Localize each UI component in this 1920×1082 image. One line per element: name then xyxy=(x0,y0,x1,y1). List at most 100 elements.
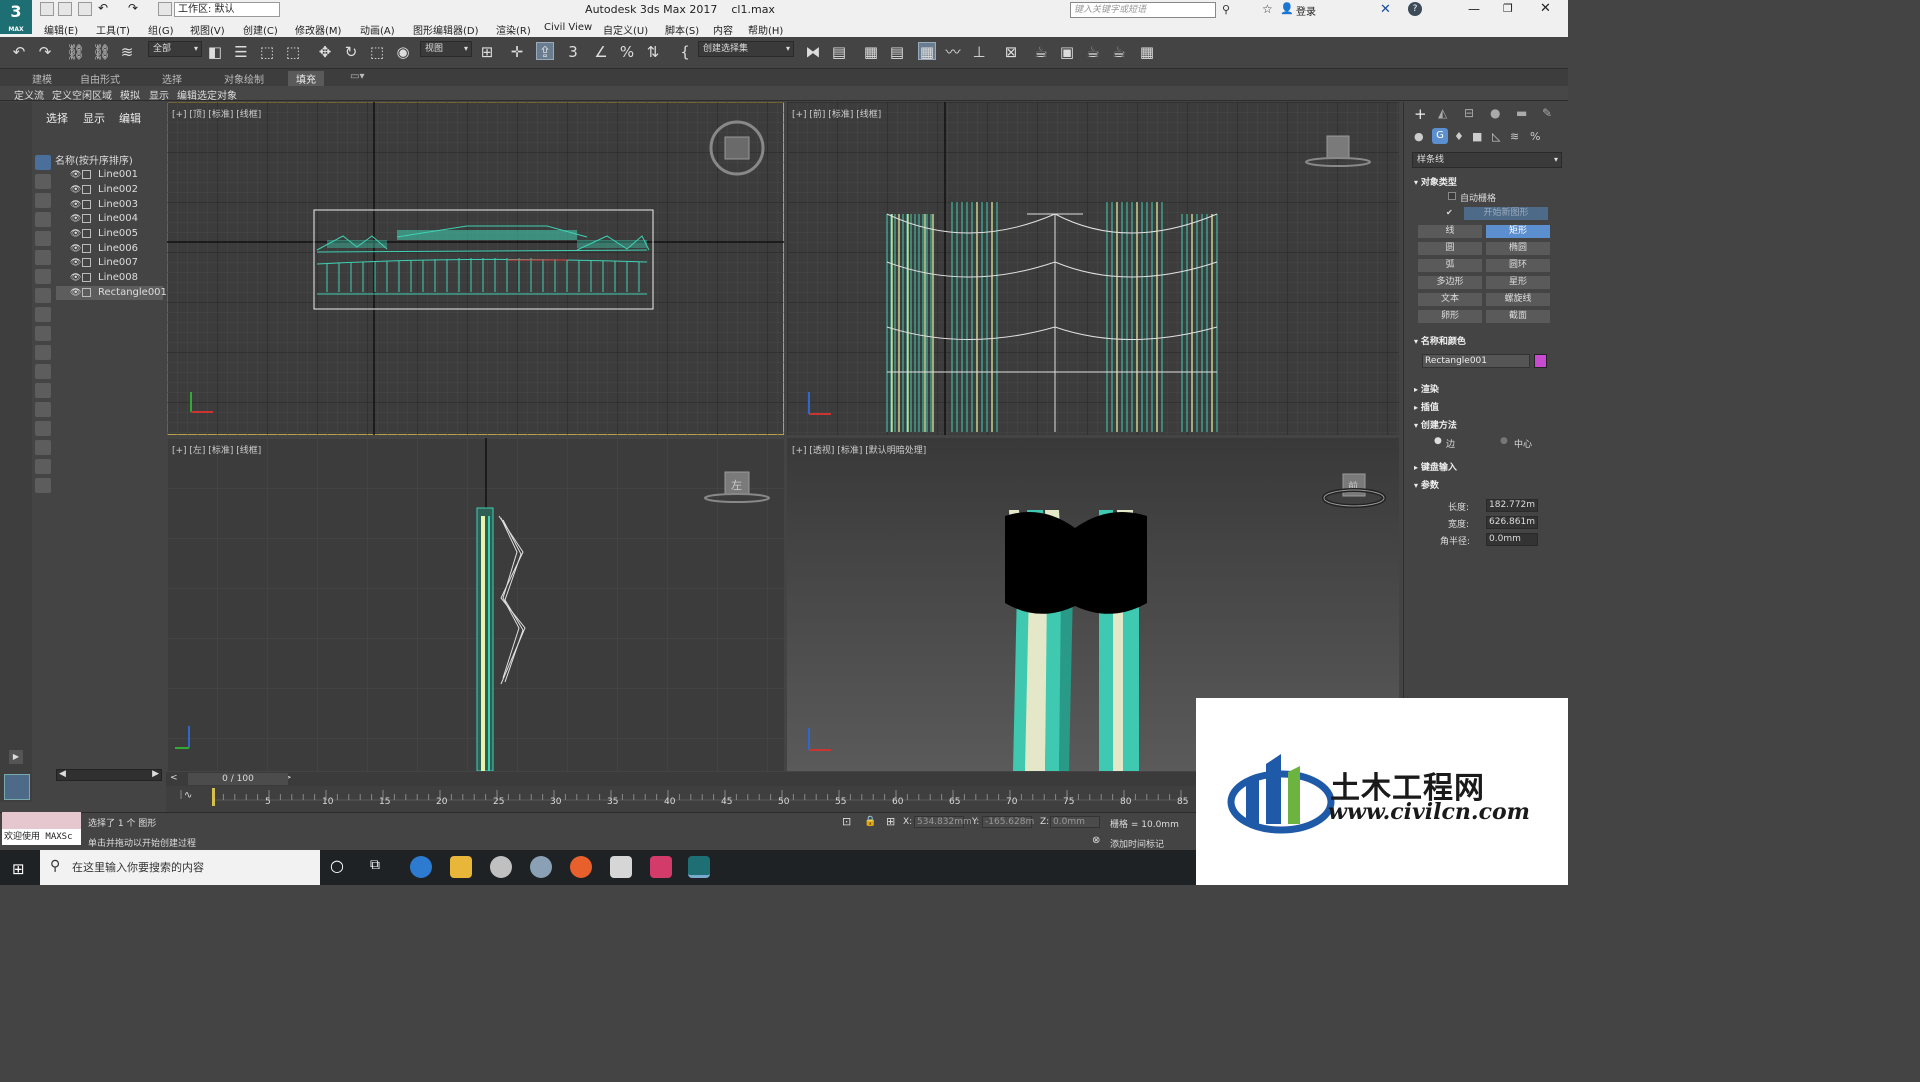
object-type-header[interactable]: 对象类型 xyxy=(1414,175,1457,188)
auto-grid-checkbox[interactable] xyxy=(1448,192,1456,200)
section-button[interactable]: 截面 xyxy=(1486,310,1550,323)
prev-frame-icon[interactable]: < xyxy=(170,773,178,783)
filter-all-icon[interactable] xyxy=(35,155,51,170)
filter-containers-icon[interactable] xyxy=(35,345,51,360)
user-icon[interactable]: 👤 xyxy=(1280,2,1294,15)
scale-icon[interactable]: ⬚ xyxy=(368,43,386,61)
star-icon[interactable]: ☆ xyxy=(1262,2,1273,16)
absolute-mode-icon[interactable]: ⊞ xyxy=(886,815,895,828)
snaps-toggle-icon[interactable]: 3 xyxy=(564,43,582,61)
curve-editor-mini-icon[interactable]: ᛁ∿ xyxy=(178,790,192,801)
menu-civil-view[interactable]: Civil View xyxy=(544,22,592,33)
max-logo[interactable]: 3 MAX xyxy=(0,0,32,34)
render-setup-icon[interactable]: ☕ xyxy=(1032,43,1050,61)
filter-helpers-icon[interactable] xyxy=(35,250,51,265)
windows-start-icon[interactable]: ⊞ xyxy=(12,860,25,878)
menu-tools[interactable]: 工具(T) xyxy=(96,22,130,37)
horizontal-scrollbar[interactable]: ◀ ▶ xyxy=(56,769,162,781)
place-icon[interactable]: ◉ xyxy=(394,43,412,61)
select-manipulate-icon[interactable]: ✛ xyxy=(508,43,526,61)
cortana-icon[interactable]: ○ xyxy=(330,856,344,875)
create-tab-icon[interactable]: + xyxy=(1414,105,1427,123)
shape-category-dropdown[interactable]: 样条线 xyxy=(1412,152,1562,168)
motion-tab-icon[interactable]: ● xyxy=(1490,106,1500,120)
filter-none-icon[interactable] xyxy=(35,421,51,436)
parameters-header[interactable]: 参数 xyxy=(1414,478,1439,491)
list-item-selected[interactable]: 👁 Rectangle001 xyxy=(56,286,167,300)
filter-frozen-icon[interactable] xyxy=(35,364,51,379)
filter-cameras-icon[interactable] xyxy=(35,231,51,246)
viewport-label[interactable]: [+] [顶] [标准] [线框] xyxy=(172,107,261,120)
bind-space-warp-icon[interactable]: ≋ xyxy=(118,43,136,61)
search-input[interactable]: 键入关键字或短语 xyxy=(1070,2,1216,18)
list-item[interactable]: 👁 Line002 xyxy=(56,183,163,197)
select-object-icon[interactable]: ◧ xyxy=(206,43,224,61)
cameras-icon[interactable]: ■ xyxy=(1472,130,1482,143)
viewport-label[interactable]: [+] [透视] [标准] [默认明暗处理] xyxy=(792,443,926,456)
filter-hidden-icon[interactable] xyxy=(35,383,51,398)
z-coordinate-field[interactable]: 0.0mm xyxy=(1050,816,1100,828)
workspace-dropdown[interactable]: 工作区: 默认 xyxy=(174,2,280,17)
undo-icon[interactable]: ↶ xyxy=(98,2,112,16)
tab-select[interactable]: 选择 xyxy=(46,110,68,126)
filter-groups-icon[interactable] xyxy=(35,288,51,303)
rect-selection-icon[interactable]: ⬚ xyxy=(258,43,276,61)
panel-define-flows[interactable]: 定义流 xyxy=(14,87,44,102)
modify-tab-icon[interactable]: ◭ xyxy=(1438,106,1447,120)
eye-icon[interactable]: 👁 xyxy=(70,183,81,197)
shapes-icon[interactable]: G xyxy=(1432,128,1448,144)
y-coordinate-field[interactable]: -165.628m xyxy=(982,816,1034,828)
arc-button[interactable]: 弧 xyxy=(1418,259,1482,272)
list-item[interactable]: 👁 Line004 xyxy=(56,212,163,226)
rendered-frame-icon[interactable]: ▣ xyxy=(1058,43,1076,61)
star-button[interactable]: 星形 xyxy=(1486,276,1550,289)
exchange-icon[interactable]: ✕ xyxy=(1380,2,1391,17)
redo-icon[interactable]: ↷ xyxy=(128,2,142,16)
tab-edit[interactable]: 编辑 xyxy=(119,110,141,126)
scroll-left-icon[interactable]: ◀ xyxy=(59,769,66,779)
panel-define-idle-areas[interactable]: 定义空闲区域 xyxy=(52,87,112,102)
list-item[interactable]: 👁 Line003 xyxy=(56,198,163,212)
display-tab-icon[interactable]: ▬ xyxy=(1516,106,1527,120)
column-header[interactable]: 名称(按升序排序) xyxy=(55,152,163,167)
menu-create[interactable]: 创建(C) xyxy=(243,22,278,37)
ribbon-toggle-icon[interactable]: ▤ xyxy=(888,43,906,61)
render-cloud-icon[interactable]: ▦ xyxy=(1138,43,1156,61)
filter-shapes-icon[interactable] xyxy=(35,193,51,208)
material-editor-icon[interactable]: ⊠ xyxy=(1002,43,1020,61)
project-folder-icon[interactable] xyxy=(158,2,172,16)
time-tag-icon[interactable]: ⊗ xyxy=(1092,835,1100,846)
systems-icon[interactable]: % xyxy=(1530,130,1540,143)
filter-bones-icon[interactable] xyxy=(35,326,51,341)
eye-icon[interactable]: 👁 xyxy=(70,256,81,270)
filter-display-icon[interactable] xyxy=(35,402,51,417)
center-radio[interactable]: ● xyxy=(1500,436,1508,446)
move-icon[interactable]: ✥ xyxy=(316,43,334,61)
interpolation-header[interactable]: 插值 xyxy=(1414,400,1439,413)
curve-editor-icon[interactable]: 〰 xyxy=(944,43,962,61)
eye-icon[interactable]: 👁 xyxy=(70,198,81,212)
app-bird-icon[interactable] xyxy=(490,856,512,878)
eye-icon[interactable]: 👁 xyxy=(70,168,81,182)
percent-snap-icon[interactable]: % xyxy=(618,43,636,61)
tab-display[interactable]: 显示 xyxy=(83,110,105,126)
filter-spacewarps-icon[interactable] xyxy=(35,269,51,284)
pivot-center-icon[interactable]: ⊞ xyxy=(478,43,496,61)
close-button[interactable]: ✕ xyxy=(1540,1,1551,16)
help-icon[interactable]: ? xyxy=(1408,2,1422,16)
object-color-swatch[interactable] xyxy=(1534,354,1547,368)
circle-button[interactable]: 圆 xyxy=(1418,242,1482,255)
viewport-label[interactable]: [+] [左] [标准] [线框] xyxy=(172,443,261,456)
eye-icon[interactable]: 👁 xyxy=(70,212,81,226)
menu-views[interactable]: 视图(V) xyxy=(190,22,225,37)
app-editor-icon[interactable] xyxy=(610,856,632,878)
menu-graph-editors[interactable]: 图形编辑器(D) xyxy=(413,22,479,37)
tab-object-paint[interactable]: 对象绘制 xyxy=(224,71,264,86)
undo-icon[interactable]: ↶ xyxy=(10,43,28,61)
line-button[interactable]: 线 xyxy=(1418,225,1482,238)
restore-button[interactable]: ❐ xyxy=(1503,2,1513,15)
rectangle-button[interactable]: 矩形 xyxy=(1486,225,1550,238)
width-spinner[interactable]: 626.861m xyxy=(1486,516,1538,529)
tab-populate[interactable]: 填充 xyxy=(288,71,324,86)
new-file-icon[interactable] xyxy=(40,2,54,16)
